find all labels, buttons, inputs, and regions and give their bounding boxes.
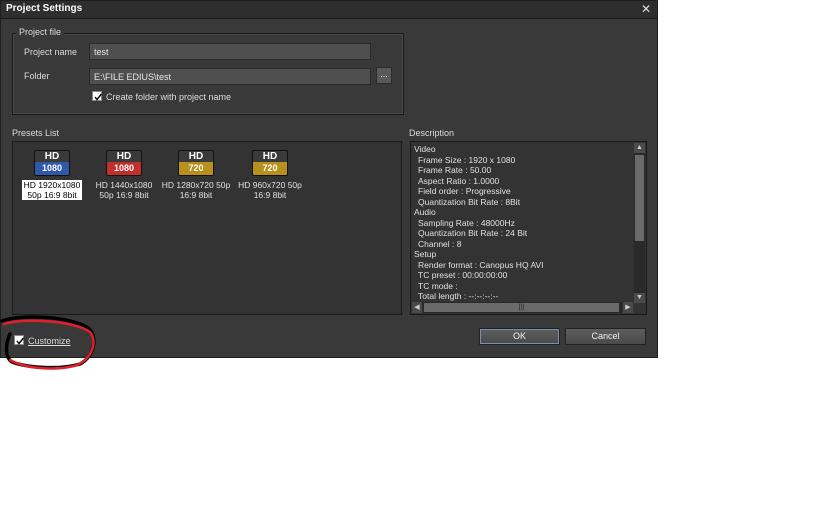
description-horizontal-scrollbar[interactable]: ◀ ||| ▶ [412,302,633,313]
description-line: Total length : --:--:--:-- [418,291,499,301]
folder-input[interactable] [89,68,371,85]
description-line: Audio [414,207,436,217]
scroll-up-icon[interactable]: ▲ [634,143,645,153]
hd-icon-bottom: 1080 [113,163,135,173]
project-file-group-label: Project file [16,27,65,37]
hd-preset-icon: HD 720 [252,150,288,176]
description-line: TC mode : [418,280,458,291]
hd-icon-top: HD [116,151,132,162]
scroll-down-icon[interactable]: ▼ [634,293,645,303]
browse-folder-button[interactable]: ... [376,67,392,84]
hd-preset-icon: HD 1080 [106,150,142,176]
description-label: Description [409,128,455,138]
scroll-right-icon[interactable]: ▶ [623,302,633,313]
description-line: Quantization Bit Rate : 8Bit [418,196,521,207]
create-folder-checkbox[interactable] [92,91,103,101]
preset-label: HD 1440x1080 50p 16:9 8bit [89,180,159,200]
preset-label-line2: 50p 16:9 8bit [99,190,149,200]
hd-icon-bottom: 1080 [41,163,63,173]
hd-icon-top: HD [262,151,278,162]
preset-item[interactable]: HD 1080 HD 1920x1080 50p 16:9 8bit [17,150,87,200]
description-line: Frame Rate : 50.00 [418,165,492,175]
preset-label: HD 1280x720 50p 16:9 8bit [161,180,231,200]
ok-button[interactable]: OK [479,328,560,345]
checkmark-icon [94,93,103,101]
dialog-title: Project Settings [6,3,83,14]
preset-label-line2: 50p 16:9 8bit [27,190,77,200]
close-icon[interactable]: ✕ [639,2,653,16]
title-bar: Project Settings ✕ [1,1,657,19]
hd-icon-bottom: 720 [262,163,278,173]
description-line: Frame Size : 1920 x 1080 [418,154,516,165]
preset-label-line2: 16:9 8bit [253,190,287,200]
preset-label-line1: HD 1280x720 50p [161,180,231,190]
scroll-left-icon[interactable]: ◀ [412,302,422,313]
presets-list-panel: HD 1080 HD 1920x1080 50p 16:9 8bit HD 1080 HD … [12,141,402,315]
horizontal-scroll-thumb[interactable]: ||| [424,303,619,312]
preset-label-line1: HD 1440x1080 [95,180,153,190]
cancel-button[interactable]: Cancel [565,328,646,345]
create-folder-label: Create folder with project name [106,92,232,102]
annotation-circle [0,315,96,370]
description-line: Aspect Ratio : 1.0000 [418,175,500,186]
vertical-scroll-thumb[interactable] [635,155,644,241]
preset-label-line1: HD 1920x1080 [23,180,81,190]
project-settings-dialog: Project Settings ✕ Project file Project … [0,0,658,358]
project-name-label: Project name [24,47,78,57]
hd-icon-top: HD [44,151,60,162]
description-line: Setup [414,249,437,259]
description-line: Render format : Canopus HQ AVI [418,259,544,270]
hd-icon-top: HD [188,151,204,162]
description-vertical-scrollbar[interactable]: ▲ ▼ [634,143,645,303]
preset-label-line2: 16:9 8bit [179,190,213,200]
description-line: Video [414,144,436,154]
description-line: TC preset : 00:00:00:00 [418,270,508,280]
hd-preset-icon: HD 720 [178,150,214,176]
preset-item[interactable]: HD 720 HD 960x720 50p 16:9 8bit [235,150,305,200]
description-line: Channel : 8 [418,238,462,249]
project-name-input[interactable] [89,43,371,60]
folder-label: Folder [24,71,50,81]
hd-icon-bottom: 720 [188,163,204,173]
preset-label-line1: HD 960x720 50p [238,180,302,190]
hd-preset-icon: HD 1080 [34,150,70,176]
description-line: Field order : Progressive [418,186,511,196]
preset-label: HD 1920x1080 50p 16:9 8bit [21,180,83,200]
preset-label: HD 960x720 50p 16:9 8bit [235,180,305,200]
preset-item[interactable]: HD 1080 HD 1440x1080 50p 16:9 8bit [89,150,159,200]
description-line: Quantization Bit Rate : 24 Bit [418,228,528,238]
presets-list-label: Presets List [12,128,60,138]
preset-item[interactable]: HD 720 HD 1280x720 50p 16:9 8bit [161,150,231,200]
description-line: Sampling Rate : 48000Hz [418,217,515,228]
description-panel: Video Frame Size : 1920 x 1080 Frame Rate … [410,141,647,315]
